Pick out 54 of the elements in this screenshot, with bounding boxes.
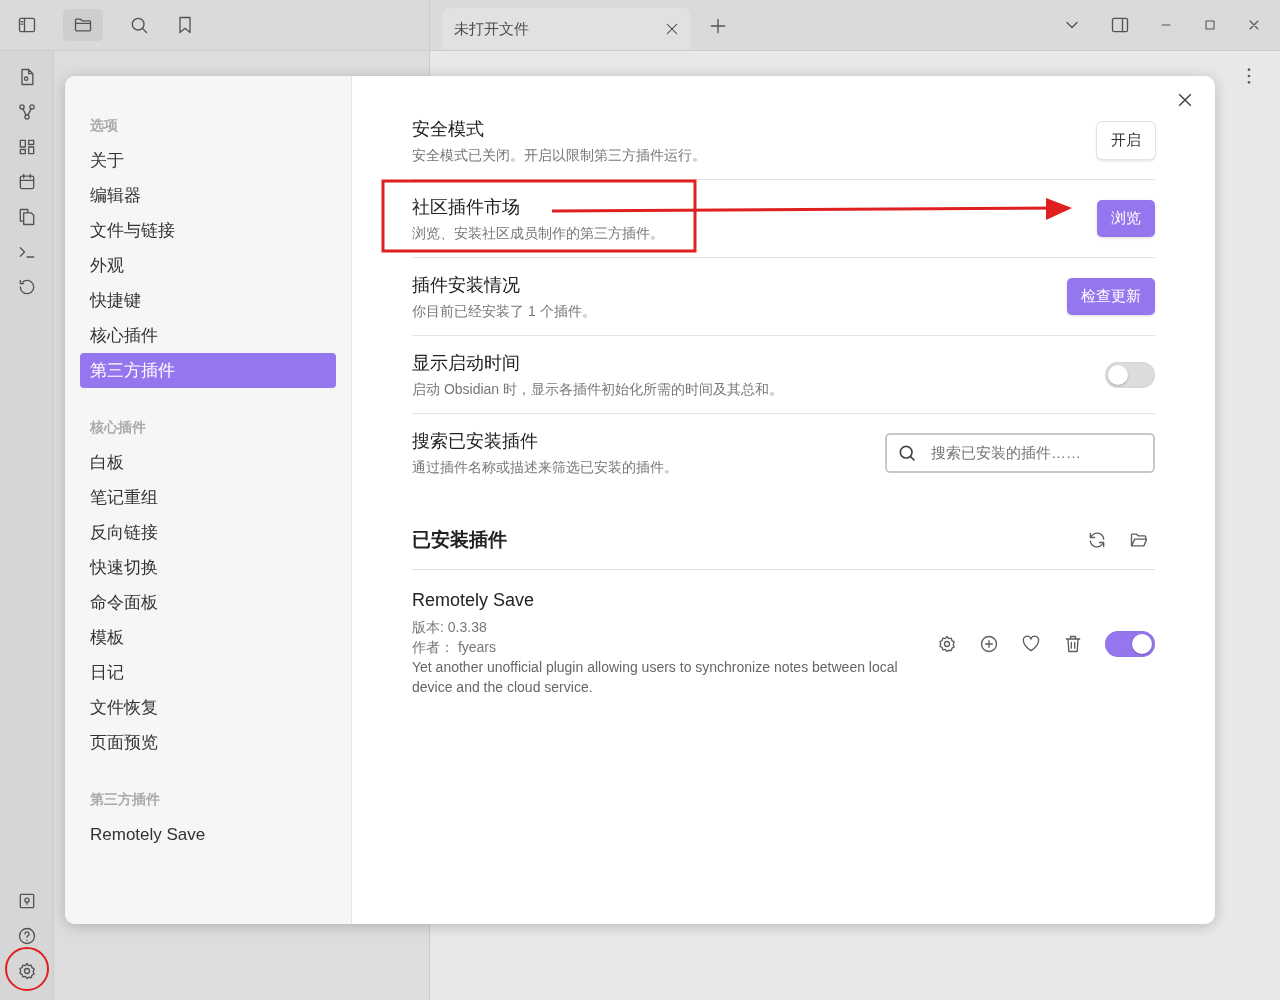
setting-description: 浏览、安装社区成员制作的第三方插件。 [412,224,664,243]
nav-heading: 核心插件 [89,418,147,437]
section-heading: 已安装插件 [412,528,507,552]
setting-name: 搜索已安装插件 [412,429,539,453]
search-icon[interactable] [129,15,149,35]
nav-item[interactable]: 笔记重组 [80,480,336,515]
plugin-name: Remotely Save [412,590,536,611]
close-icon[interactable] [664,21,680,37]
plus-circle-icon[interactable] [979,633,999,654]
plugin-version: 版本: 0.3.38 [412,618,488,637]
nav-item[interactable]: 页面预览 [80,725,336,760]
trash-icon[interactable] [1063,633,1083,654]
reload-icon[interactable] [1087,530,1107,550]
nav-item[interactable]: Remotely Save [80,817,336,852]
nav-item[interactable]: 编辑器 [80,178,336,213]
nav-item[interactable]: 白板 [80,445,336,480]
tab[interactable]: 未打开文件 [442,8,690,50]
sidebar-toggle-icon[interactable] [17,15,37,35]
setting-description: 安全模式已关闭。开启以限制第三方插件运行。 [412,146,706,165]
nav-item[interactable]: 文件与链接 [80,213,336,248]
plus-icon[interactable] [708,16,728,36]
settings-icon[interactable] [16,961,37,981]
setting-description: 你目前已经安装了 1 个插件。 [412,302,596,321]
setting-name: 插件安装情况 [412,273,521,297]
nav-item[interactable]: 日记 [80,655,336,690]
setting-name: 显示启动时间 [412,351,521,375]
annotation-circle [5,947,49,991]
nav-item[interactable]: 命令面板 [80,585,336,620]
plugin-author: 作者： fyears [412,638,497,657]
nav-item[interactable]: 关于 [80,143,336,178]
heart-icon[interactable] [1021,633,1041,654]
nav-item[interactable]: 快速切换 [80,550,336,585]
setting-button[interactable]: 开启 [1097,122,1155,159]
toggle-switch[interactable] [1105,630,1155,657]
toggle-switch[interactable] [1105,361,1155,388]
setting-name: 社区插件市场 [412,195,521,219]
nav-item[interactable]: 核心插件 [80,318,336,353]
nav-item[interactable]: 模板 [80,620,336,655]
nav-item[interactable]: 文件恢复 [80,690,336,725]
nav-item[interactable]: 反向链接 [80,515,336,550]
setting-name: 安全模式 [412,117,485,141]
more-icon[interactable] [1246,67,1252,85]
nav-item[interactable]: 快捷键 [80,283,336,318]
setting-description: 启动 Obsidian 时，显示各插件初始化所需的时间及其总和。 [412,380,784,399]
plugin-description: Yet another unofficial plugin allowing users to synchronize notes between local device and the cloud service. [412,658,899,697]
help-icon[interactable] [16,926,37,946]
search-field[interactable]: 搜索已安装的插件…… [885,432,1155,473]
setting-description: 通过插件名称或描述来筛选已安装的插件。 [412,458,678,477]
nav-item[interactable]: 外观 [80,248,336,283]
graph-icon[interactable] [16,102,37,122]
sidebar-toggle-icon[interactable] [1110,15,1130,35]
nav-heading: 选项 [89,116,119,135]
nav-heading: 第三方插件 [89,790,161,809]
settings-icon[interactable] [937,633,957,654]
